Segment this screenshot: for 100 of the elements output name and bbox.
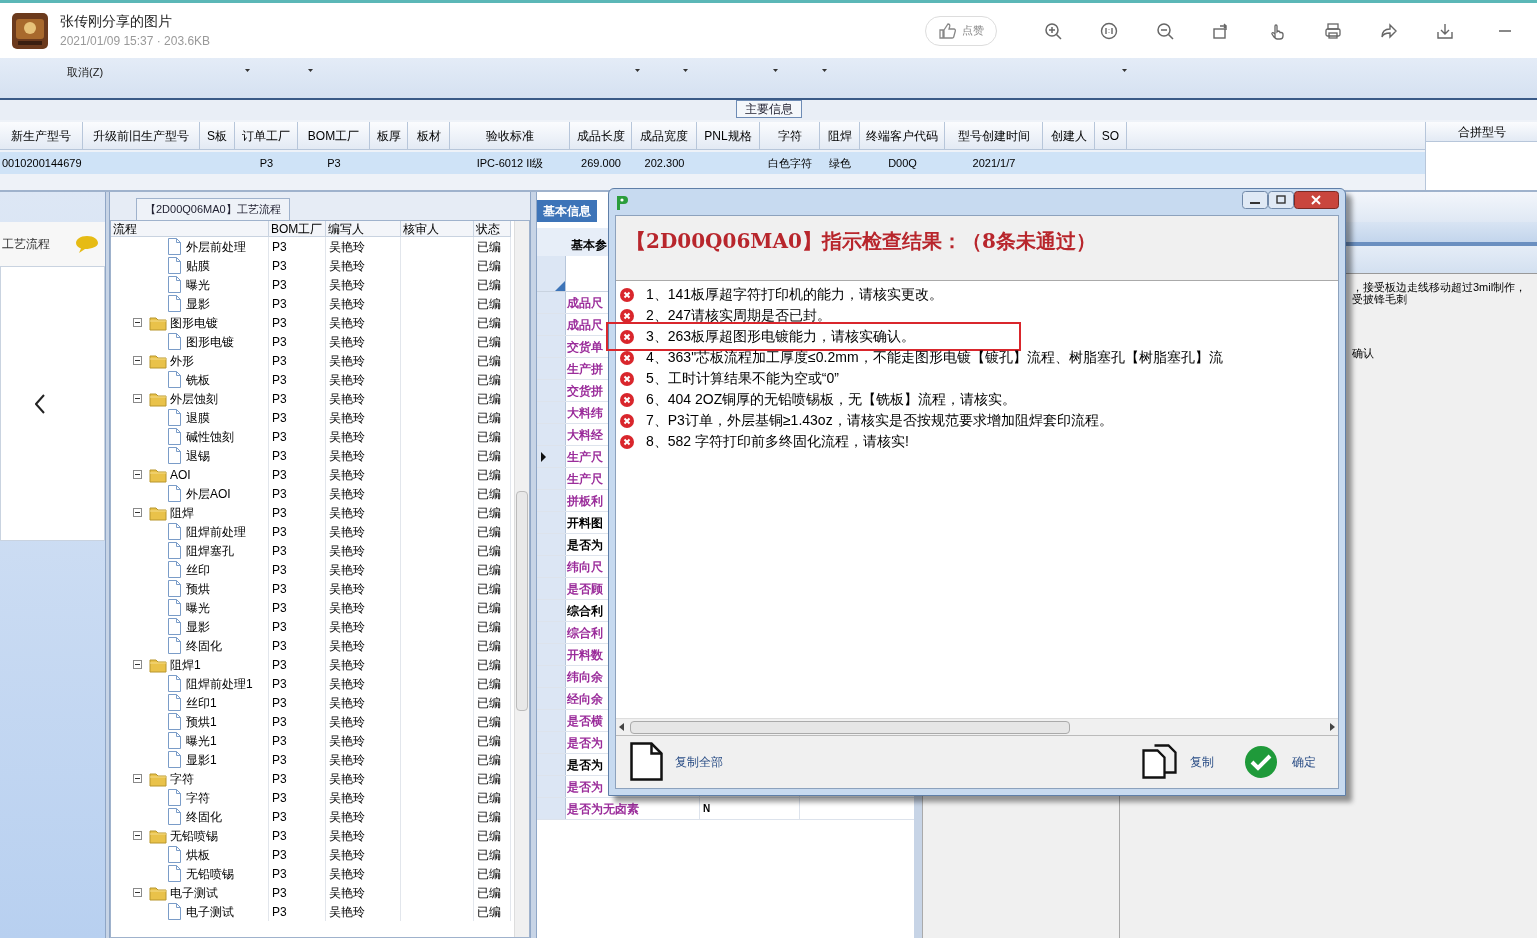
back-chevron-icon[interactable] xyxy=(35,393,46,414)
tree-item[interactable]: 无铅喷锡 xyxy=(170,826,218,845)
share-icon[interactable] xyxy=(1380,21,1398,40)
tree-item[interactable]: 终固化 xyxy=(186,807,222,826)
hand-icon[interactable] xyxy=(1268,21,1286,40)
minimize-icon[interactable] xyxy=(1242,191,1268,209)
column-header[interactable]: 升级前旧生产型号 xyxy=(83,122,200,150)
column-header[interactable]: 终端客户代码 xyxy=(860,122,945,150)
column-header[interactable]: 型号创建时间 xyxy=(945,122,1043,150)
tree-item[interactable]: 阻焊前处理1 xyxy=(186,674,253,693)
tree-item[interactable]: 电子测试 xyxy=(170,883,218,902)
scroll-right-icon[interactable] xyxy=(1330,723,1335,731)
table-row[interactable]: 0010200144679 P3 P3 IPC-6012 II级 269.000 202.300 白色字符 绿色 D00Q 2021/1/7 xyxy=(0,152,1425,174)
column-header[interactable]: 状态 xyxy=(474,221,511,237)
tree-item[interactable]: 外层蚀刻 xyxy=(170,389,218,408)
tree-item[interactable]: 电子测试 xyxy=(186,902,234,921)
copy-all-button[interactable]: 复制全部 xyxy=(630,742,723,782)
dropdown-caret-icon[interactable] xyxy=(683,69,688,72)
column-header[interactable]: BOM工厂 xyxy=(298,122,370,150)
tree-item[interactable]: AOI xyxy=(170,465,191,484)
tree-item[interactable]: 铣板 xyxy=(186,370,210,389)
copy-button[interactable]: 复制 xyxy=(1142,744,1214,780)
dropdown-caret-icon[interactable] xyxy=(773,69,778,72)
tree-item[interactable]: 显影 xyxy=(186,294,210,313)
dropdown-caret-icon[interactable] xyxy=(635,69,640,72)
column-header[interactable]: 板厚 xyxy=(370,122,408,150)
collapse-toggle-icon[interactable] xyxy=(133,888,142,897)
tree-item[interactable]: 无铅喷锡 xyxy=(186,864,234,883)
tree-item[interactable]: 字符 xyxy=(186,788,210,807)
tree-item[interactable]: 阻焊塞孔 xyxy=(186,541,234,560)
tree-item[interactable]: 阻焊1 xyxy=(170,655,201,674)
column-header[interactable]: 阻焊 xyxy=(820,122,860,150)
print-icon[interactable] xyxy=(1324,21,1342,40)
tree-item[interactable]: 终固化 xyxy=(186,636,222,655)
column-header[interactable]: SO xyxy=(1095,122,1127,150)
column-header[interactable]: 成品宽度 xyxy=(632,122,697,150)
sub-tab[interactable]: 基本参 xyxy=(571,234,607,256)
collapse-toggle-icon[interactable] xyxy=(133,470,142,479)
tree-item[interactable]: 阻焊 xyxy=(170,503,194,522)
ok-button[interactable]: 确定 xyxy=(1244,745,1316,779)
close-icon[interactable] xyxy=(1294,191,1339,209)
dropdown-caret-icon[interactable] xyxy=(822,69,827,72)
tree-item[interactable]: 退锡 xyxy=(186,446,210,465)
tree-item[interactable]: 碱性蚀刻 xyxy=(186,427,234,446)
zoom-in-icon[interactable] xyxy=(1044,21,1062,40)
tree-item[interactable]: 贴膜 xyxy=(186,256,210,275)
tree-item[interactable]: 显影1 xyxy=(186,750,217,769)
column-header[interactable]: 流程 xyxy=(111,221,269,237)
vertical-scrollbar[interactable] xyxy=(514,221,529,937)
tree-item[interactable]: 烘板 xyxy=(186,845,210,864)
tree-item[interactable]: 图形电镀 xyxy=(170,313,218,332)
tree-item[interactable]: 显影 xyxy=(186,617,210,636)
collapse-toggle-icon[interactable] xyxy=(133,356,142,365)
tree-item[interactable]: 图形电镀 xyxy=(186,332,234,351)
horizontal-scrollbar[interactable] xyxy=(616,718,1338,735)
column-header[interactable]: 验收标准 xyxy=(450,122,570,150)
tree-item[interactable]: 外形 xyxy=(170,351,194,370)
column-header[interactable]: PNL规格 xyxy=(697,122,760,150)
tree-item[interactable]: 外层AOI xyxy=(186,484,231,503)
collapse-toggle-icon[interactable] xyxy=(133,508,142,517)
column-header[interactable]: 字符 xyxy=(760,122,820,150)
tree-item[interactable]: 预烘1 xyxy=(186,712,217,731)
zoom-out-icon[interactable] xyxy=(1156,21,1174,40)
column-header[interactable]: 创建人 xyxy=(1043,122,1095,150)
column-header[interactable]: S板 xyxy=(200,122,235,150)
tree-item[interactable]: 预烘 xyxy=(186,579,210,598)
tree-item[interactable]: 曝光 xyxy=(186,275,210,294)
tree-item[interactable]: 退膜 xyxy=(186,408,210,427)
column-header[interactable]: 订单工厂 xyxy=(235,122,298,150)
dropdown-caret-icon[interactable] xyxy=(245,69,250,72)
download-icon[interactable] xyxy=(1436,21,1454,40)
column-header[interactable]: 新生产型号 xyxy=(0,122,83,150)
column-header[interactable]: 成品长度 xyxy=(570,122,632,150)
column-header[interactable]: BOM工厂 xyxy=(269,221,326,237)
rotate-icon[interactable] xyxy=(1212,21,1230,40)
collapse-toggle-icon[interactable] xyxy=(133,831,142,840)
scroll-left-icon[interactable] xyxy=(619,723,624,731)
column-header[interactable]: 编写人 xyxy=(326,221,401,237)
collapse-toggle-icon[interactable] xyxy=(133,660,142,669)
actual-size-icon[interactable] xyxy=(1100,21,1118,40)
tree-item[interactable]: 丝印 xyxy=(186,560,210,579)
section-tab[interactable]: 主要信息 xyxy=(735,100,802,118)
panel-tab[interactable]: 【2D00Q06MA0】工艺流程 xyxy=(136,198,290,220)
dropdown-caret-icon[interactable] xyxy=(308,69,313,72)
tree-item[interactable]: 丝印1 xyxy=(186,693,217,712)
tree-item[interactable]: 曝光 xyxy=(186,598,210,617)
dropdown-caret-icon[interactable] xyxy=(1122,69,1127,72)
info-tab[interactable]: 基本信息 xyxy=(537,200,597,222)
tree-item[interactable]: 阻焊前处理 xyxy=(186,522,246,541)
maximize-icon[interactable] xyxy=(1268,191,1294,209)
column-header[interactable]: 合拼型号 xyxy=(1426,122,1537,142)
column-header[interactable]: 板材 xyxy=(408,122,450,150)
collapse-toggle-icon[interactable] xyxy=(133,774,142,783)
tree-item[interactable]: 曝光1 xyxy=(186,731,217,750)
column-header[interactable]: 核审人 xyxy=(401,221,474,237)
collapse-toggle-icon[interactable] xyxy=(133,394,142,403)
tree-item[interactable]: 外层前处理 xyxy=(186,237,246,256)
tree-item[interactable]: 字符 xyxy=(170,769,194,788)
menu-item[interactable]: 取消(Z) xyxy=(67,64,104,81)
collapse-toggle-icon[interactable] xyxy=(133,318,142,327)
